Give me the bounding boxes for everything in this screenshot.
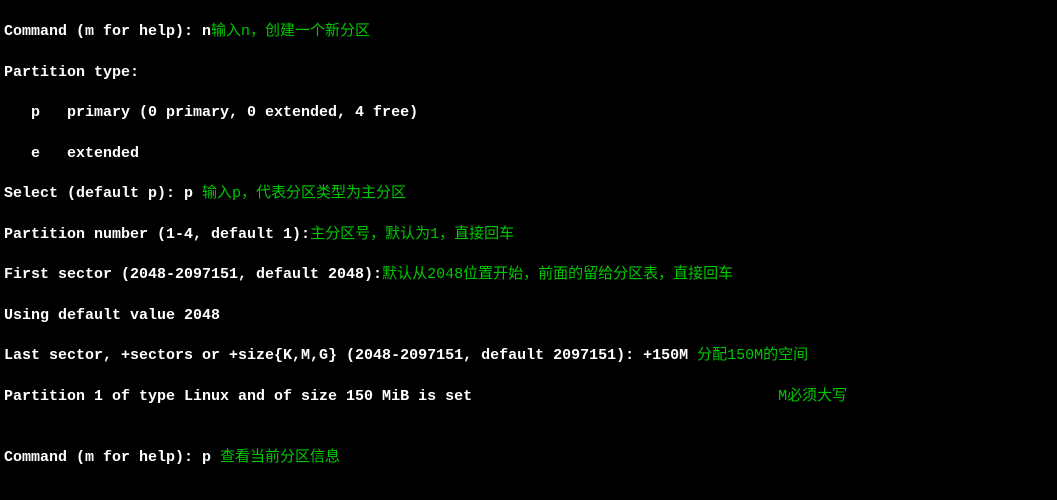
partition-number-prompt[interactable]: Partition number (1-4, default 1): (4, 226, 310, 243)
partition-set-line: Partition 1 of type Linux and of size 15… (4, 388, 472, 405)
first-sector-prompt[interactable]: First sector (2048-2097151, default 2048… (4, 266, 382, 283)
annotation-last-sector-2: M必须大写 (472, 388, 847, 405)
annotation-p-select: 输入p，代表分区类型为主分区 (202, 185, 406, 202)
last-sector-prompt[interactable]: Last sector, +sectors or +size{K,M,G} (2… (4, 347, 697, 364)
annotation-first-sector: 默认从2048位置开始，前面的留给分区表，直接回车 (382, 266, 733, 283)
select-prompt-p[interactable]: Select (default p): p (4, 185, 202, 202)
partition-type-primary: p primary (0 primary, 0 extended, 4 free… (4, 103, 1053, 123)
cmd-prompt-n[interactable]: Command (m for help): n (4, 23, 211, 40)
terminal-output: Command (m for help): n输入n，创建一个新分区 Parti… (0, 0, 1057, 500)
annotation-last-sector-1: 分配150M的空间 (697, 347, 808, 364)
default-value-line: Using default value 2048 (4, 306, 1053, 326)
annotation-part-num: 主分区号，默认为1，直接回车 (310, 226, 514, 243)
annotation-p-print: 查看当前分区信息 (220, 449, 340, 466)
annotation-n: 输入n，创建一个新分区 (211, 23, 370, 40)
partition-type-header: Partition type: (4, 63, 1053, 83)
partition-type-extended: e extended (4, 144, 1053, 164)
cmd-prompt-p[interactable]: Command (m for help): p (4, 449, 220, 466)
